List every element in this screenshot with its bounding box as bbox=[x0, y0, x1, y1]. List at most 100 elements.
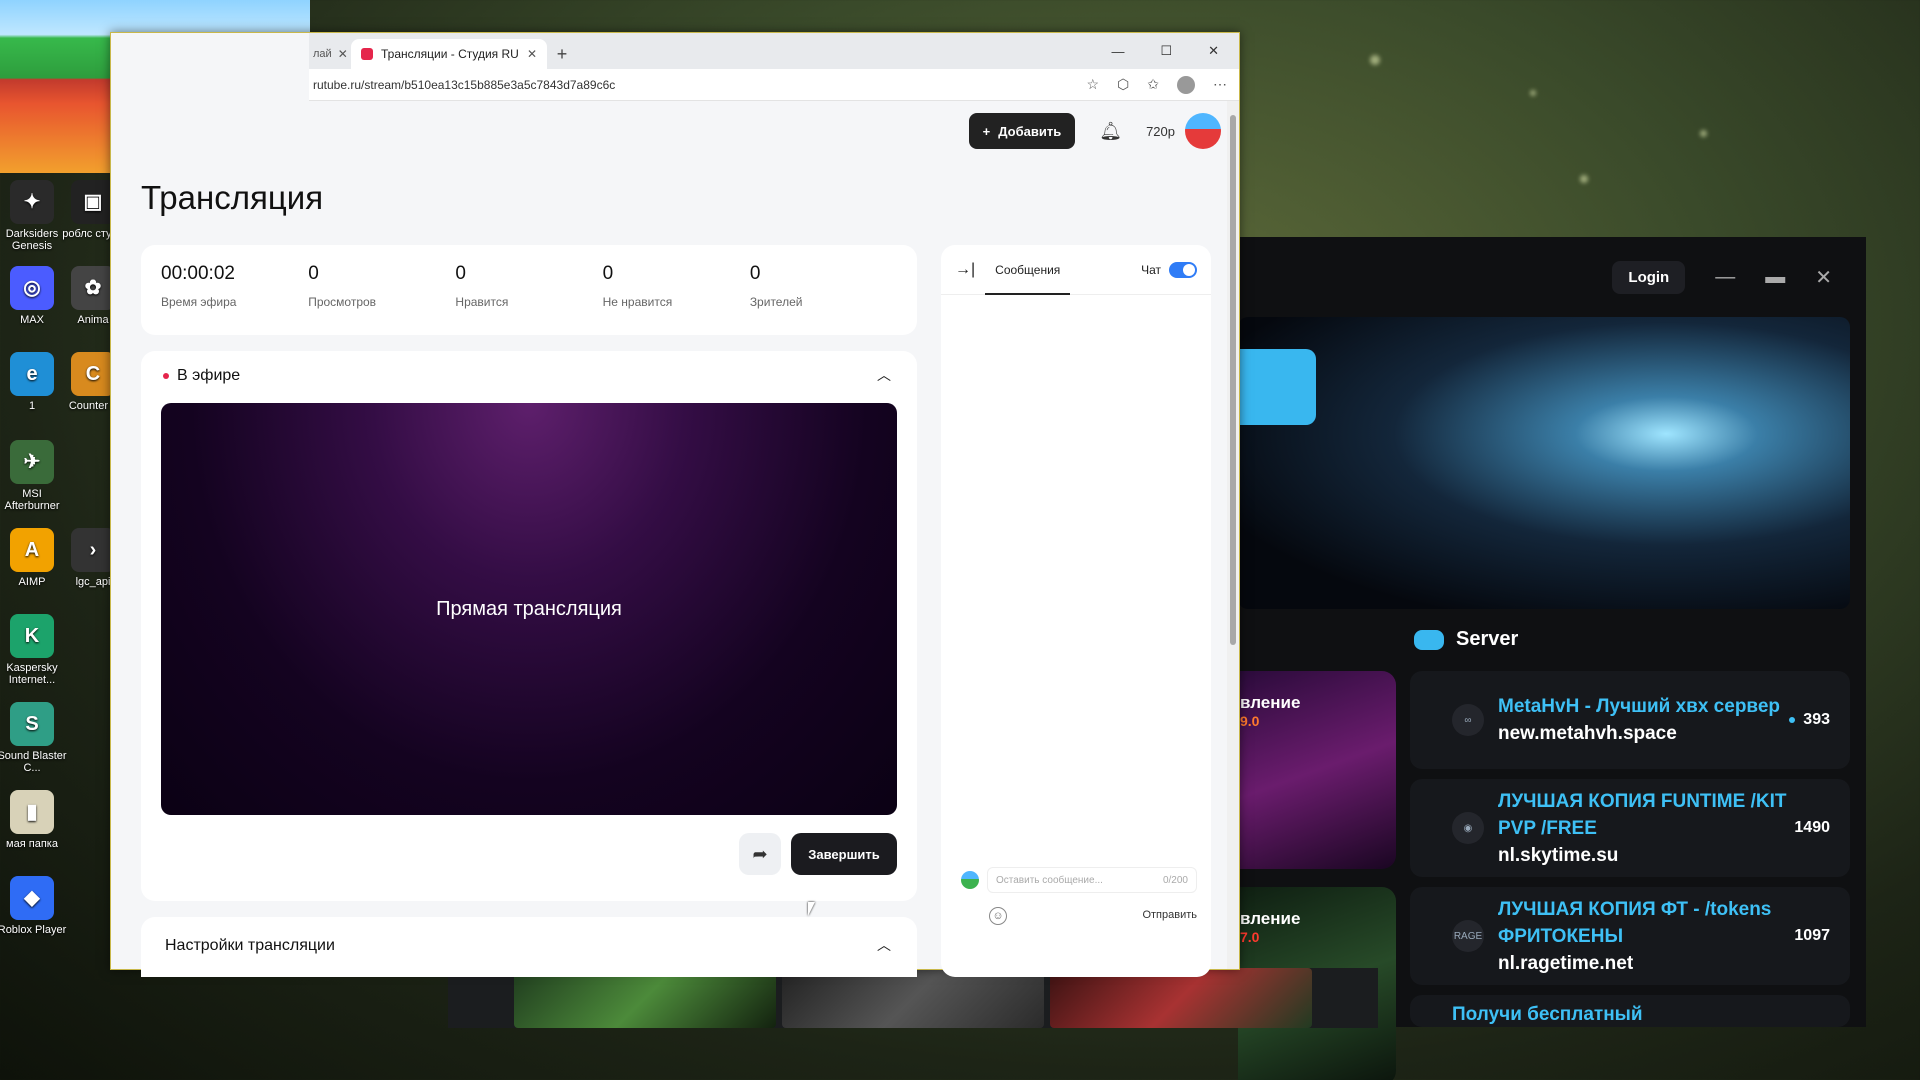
server-card[interactable]: RAGE ЛУЧШАЯ КОПИЯ ФТ - /tokens ФРИТОКЕНЫ n… bbox=[1410, 887, 1850, 985]
scrollbar-thumb[interactable] bbox=[1230, 115, 1236, 645]
scrollbar[interactable] bbox=[1227, 101, 1239, 969]
share-button[interactable]: ➦ bbox=[739, 833, 781, 875]
address-bar: rutube.ru/stream/b510ea13c15b885e3a5c784… bbox=[309, 69, 1239, 101]
star-icon[interactable]: ☆ bbox=[1086, 76, 1099, 93]
launcher-titlebar: Login — ▬ ✕ bbox=[1238, 237, 1866, 317]
stat-value: 0 bbox=[602, 263, 614, 284]
kaspersky-icon: K bbox=[10, 614, 54, 658]
desktop-icon[interactable]: S Sound Blaster C... bbox=[0, 702, 69, 774]
server-card[interactable]: ∞ MetaHvH - Лучший хвх сервер new.metahvh.… bbox=[1410, 671, 1850, 769]
roblox-icon: ◆ bbox=[10, 876, 54, 920]
aimp-icon: A bbox=[10, 528, 54, 572]
server-online-count: 393 bbox=[1789, 711, 1830, 729]
maximize-icon[interactable]: ☐ bbox=[1160, 43, 1172, 59]
hero-banner[interactable] bbox=[1238, 317, 1850, 609]
minimize-icon[interactable]: — bbox=[1111, 44, 1124, 59]
more-icon[interactable]: ⋯ bbox=[1213, 76, 1227, 93]
folder-icon: ▮ bbox=[10, 790, 54, 834]
chevron-up-icon[interactable]: ︿ bbox=[877, 935, 891, 955]
extensions-icon[interactable]: ⬡ bbox=[1117, 76, 1129, 93]
close-icon[interactable]: ✕ bbox=[527, 47, 537, 61]
desktop-icon-label: мая папка bbox=[6, 838, 58, 850]
quality-selector[interactable]: 720p bbox=[1146, 113, 1221, 149]
server-section-title: Server bbox=[1414, 628, 1518, 651]
server-name: ЛУЧШАЯ КОПИЯ ФТ - /tokens ФРИТОКЕНЫ bbox=[1498, 898, 1772, 947]
server-card[interactable]: ◉ ЛУЧШАЯ КОПИЯ FUNTIME /KIT PVP /FREE nl.s… bbox=[1410, 779, 1850, 877]
stat-label: Нравится bbox=[455, 295, 509, 309]
thumbnail[interactable] bbox=[1050, 968, 1312, 1028]
minimize-icon[interactable]: — bbox=[1715, 266, 1735, 289]
add-button[interactable]: + Добавить bbox=[968, 113, 1076, 149]
server-info: ЛУЧШАЯ КОПИЯ FUNTIME /KIT PVP /FREE nl.sk… bbox=[1498, 788, 1794, 869]
server-info: ЛУЧШАЯ КОПИЯ ФТ - /tokens ФРИТОКЕНЫ nl.ra… bbox=[1498, 896, 1794, 977]
send-button[interactable]: Отправить bbox=[1142, 909, 1197, 921]
thumbnail-strip bbox=[448, 968, 1378, 1028]
stat-value: 00:00:02 bbox=[161, 263, 235, 284]
avatar bbox=[961, 871, 979, 889]
promo-banner[interactable]: вление 9.0 bbox=[1238, 671, 1396, 869]
stat-item: 0 Просмотров bbox=[308, 263, 455, 317]
rutube-favicon-icon bbox=[361, 48, 373, 60]
background-light bbox=[1530, 90, 1536, 96]
profile-icon[interactable] bbox=[1177, 75, 1195, 94]
server-logo-icon: ∞ bbox=[1452, 704, 1484, 736]
studio-page: + Добавить 🔔︎ 720p Трансляция 00:00:02 Вр… bbox=[111, 101, 1227, 977]
favorites-icon[interactable]: ✩ bbox=[1147, 76, 1159, 93]
tab-messages[interactable]: Сообщения bbox=[985, 245, 1071, 295]
browser-window: лай ✕ Трансляции - Студия RUTUBE ✕ + — ☐… bbox=[110, 32, 1240, 977]
server-online-count: 1097 bbox=[1794, 927, 1830, 945]
server-card[interactable]: Получи бесплатный bbox=[1410, 995, 1850, 1027]
server-logo-icon: ◉ bbox=[1452, 812, 1484, 844]
thumbnail[interactable] bbox=[782, 968, 1044, 1028]
gamepad-icon bbox=[1414, 629, 1444, 650]
anima-icon: ✿ bbox=[71, 266, 115, 310]
live-dot-icon bbox=[163, 373, 169, 379]
stat-item: 0 Не нравится bbox=[603, 263, 750, 317]
address-bar-icons: ☆ ⬡ ✩ ⋯ bbox=[1086, 75, 1227, 94]
stat-label: Не нравится bbox=[602, 295, 673, 309]
video-player[interactable]: Прямая трансляция bbox=[161, 403, 897, 815]
chat-input-row: Оставить сообщение... 0/200 bbox=[961, 867, 1197, 893]
close-icon[interactable]: ✕ bbox=[338, 47, 348, 61]
tab-rutube[interactable]: Трансляции - Студия RUTUBE ✕ bbox=[351, 39, 547, 69]
url-field[interactable]: rutube.ru/stream/b510ea13c15b885e3a5c784… bbox=[313, 78, 1086, 92]
thumbnail[interactable] bbox=[514, 968, 776, 1028]
new-tab-button[interactable]: + bbox=[547, 39, 577, 69]
tab-previous-label: лай bbox=[313, 48, 332, 60]
darksiders-icon: ✦ bbox=[10, 180, 54, 224]
chevron-up-icon[interactable]: ︿ bbox=[877, 365, 891, 385]
close-icon[interactable]: ✕ bbox=[1815, 265, 1832, 290]
maximize-icon[interactable]: ▬ bbox=[1765, 266, 1785, 289]
window-controls: — ☐ ✕ bbox=[1111, 33, 1239, 69]
stat-item: 00:00:02 Время эфира bbox=[161, 263, 308, 317]
emoji-icon[interactable]: ☺ bbox=[989, 907, 1007, 925]
server-count-value: 1490 bbox=[1794, 819, 1830, 836]
promo-banner-subtext: 9.0 bbox=[1240, 713, 1260, 729]
stat-label: Время эфира bbox=[161, 295, 237, 309]
desktop-icon[interactable]: ▮ мая папка bbox=[0, 790, 69, 850]
background-light bbox=[1700, 130, 1707, 137]
settings-panel[interactable]: Настройки трансляции ︿ bbox=[141, 917, 917, 977]
desktop-icon-label: Roblox Player bbox=[0, 924, 67, 936]
chat-input[interactable]: Оставить сообщение... 0/200 bbox=[987, 867, 1197, 893]
stat-value: 0 bbox=[308, 263, 319, 284]
desktop-icon[interactable]: ◆ Roblox Player bbox=[0, 876, 69, 936]
hero-accent bbox=[1238, 349, 1316, 425]
bell-icon[interactable]: 🔔︎ bbox=[1099, 121, 1122, 142]
avatar[interactable] bbox=[1185, 113, 1221, 149]
end-stream-button[interactable]: Завершить bbox=[791, 833, 897, 875]
desktop-icon[interactable]: ✈ MSI Afterburner bbox=[0, 440, 69, 512]
stat-item: 0 Нравится bbox=[455, 263, 602, 317]
chat-toggle[interactable] bbox=[1169, 261, 1197, 278]
background-light bbox=[1580, 175, 1588, 183]
login-button[interactable]: Login bbox=[1612, 260, 1686, 294]
close-icon[interactable]: ✕ bbox=[1208, 43, 1219, 59]
promo-banner-subtext: 7.0 bbox=[1240, 929, 1260, 945]
server-name: MetaHvH - Лучший хвх сервер bbox=[1498, 696, 1781, 717]
collapse-icon[interactable]: →| bbox=[955, 261, 975, 279]
live-heading-label: В эфире bbox=[177, 367, 241, 384]
lgc-api-icon: › bbox=[71, 528, 115, 572]
desktop-icon[interactable]: K Kaspersky Internet... bbox=[0, 614, 69, 686]
max-icon: ◎ bbox=[10, 266, 54, 310]
tab-previous[interactable]: лай ✕ bbox=[309, 39, 351, 69]
